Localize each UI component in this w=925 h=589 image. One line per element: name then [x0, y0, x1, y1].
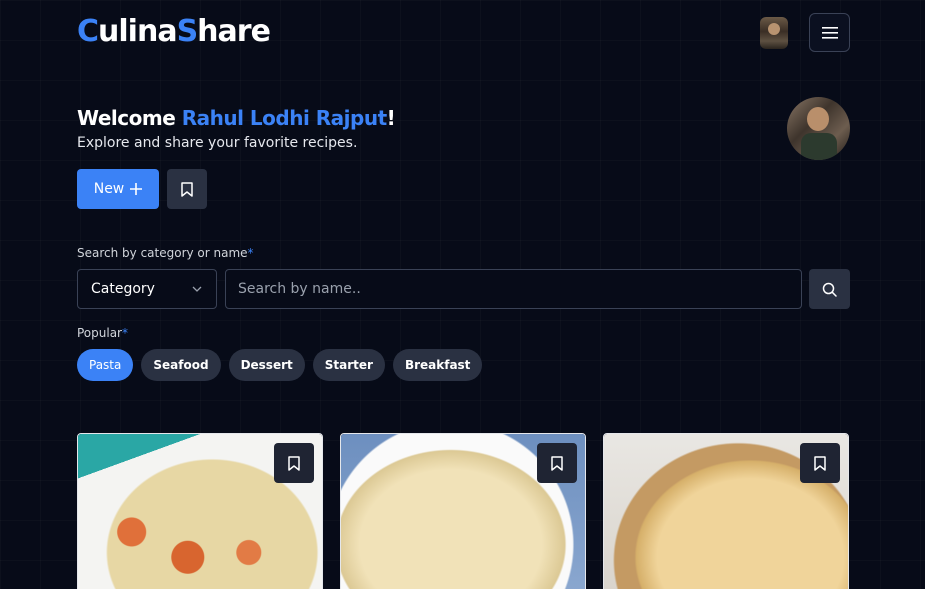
- search-icon: [822, 282, 837, 297]
- category-select[interactable]: Category: [77, 269, 217, 309]
- chip-starter[interactable]: Starter: [312, 349, 385, 381]
- new-button-label: New: [93, 181, 125, 197]
- profile-avatar[interactable]: [787, 97, 850, 160]
- recipe-card[interactable]: [340, 433, 586, 589]
- plus-icon: [130, 183, 143, 195]
- header-avatar[interactable]: [760, 17, 788, 49]
- user-name: Rahul Lodhi Rajput: [181, 106, 387, 130]
- category-select-value: Category: [91, 281, 155, 297]
- logo-hare: hare: [197, 14, 271, 49]
- card-bookmark-button[interactable]: [800, 443, 840, 483]
- welcome-heading: Welcome Rahul Lodhi Rajput!: [77, 106, 396, 130]
- required-mark: *: [122, 326, 128, 340]
- search-label: Search by category or name*: [77, 246, 254, 260]
- saved-recipes-button[interactable]: [167, 169, 207, 209]
- bookmark-icon: [181, 181, 193, 197]
- hamburger-menu-icon: [821, 26, 838, 39]
- welcome-subtitle: Explore and share your favorite recipes.: [77, 135, 358, 151]
- bookmark-icon: [551, 455, 563, 471]
- chip-breakfast[interactable]: Breakfast: [392, 349, 483, 381]
- welcome-prefix: Welcome: [77, 106, 182, 130]
- bookmark-icon: [814, 455, 826, 471]
- logo-c: C: [77, 14, 99, 49]
- chevron-down-icon: [192, 286, 202, 292]
- recipe-card[interactable]: [603, 433, 849, 589]
- card-bookmark-button[interactable]: [274, 443, 314, 483]
- welcome-suffix: !: [386, 106, 396, 130]
- logo-s: S: [176, 14, 199, 49]
- popular-label-text: Popular: [77, 326, 122, 340]
- popular-chips: Pasta Seafood Dessert Starter Breakfast: [77, 349, 483, 381]
- new-recipe-button[interactable]: New: [77, 169, 159, 209]
- bookmark-icon: [288, 455, 300, 471]
- search-button[interactable]: [809, 269, 850, 309]
- search-label-text: Search by category or name: [77, 246, 248, 260]
- chip-dessert[interactable]: Dessert: [228, 349, 305, 381]
- required-mark: *: [247, 246, 254, 260]
- recipe-card[interactable]: [77, 433, 323, 589]
- logo[interactable]: CulinaShare: [77, 14, 271, 49]
- chip-seafood[interactable]: Seafood: [141, 349, 221, 381]
- logo-ulina: ulina: [98, 14, 178, 49]
- chip-pasta[interactable]: Pasta: [77, 349, 134, 381]
- menu-button[interactable]: [809, 13, 850, 52]
- popular-label: Popular*: [77, 326, 128, 340]
- card-bookmark-button[interactable]: [537, 443, 577, 483]
- search-input[interactable]: [225, 269, 802, 309]
